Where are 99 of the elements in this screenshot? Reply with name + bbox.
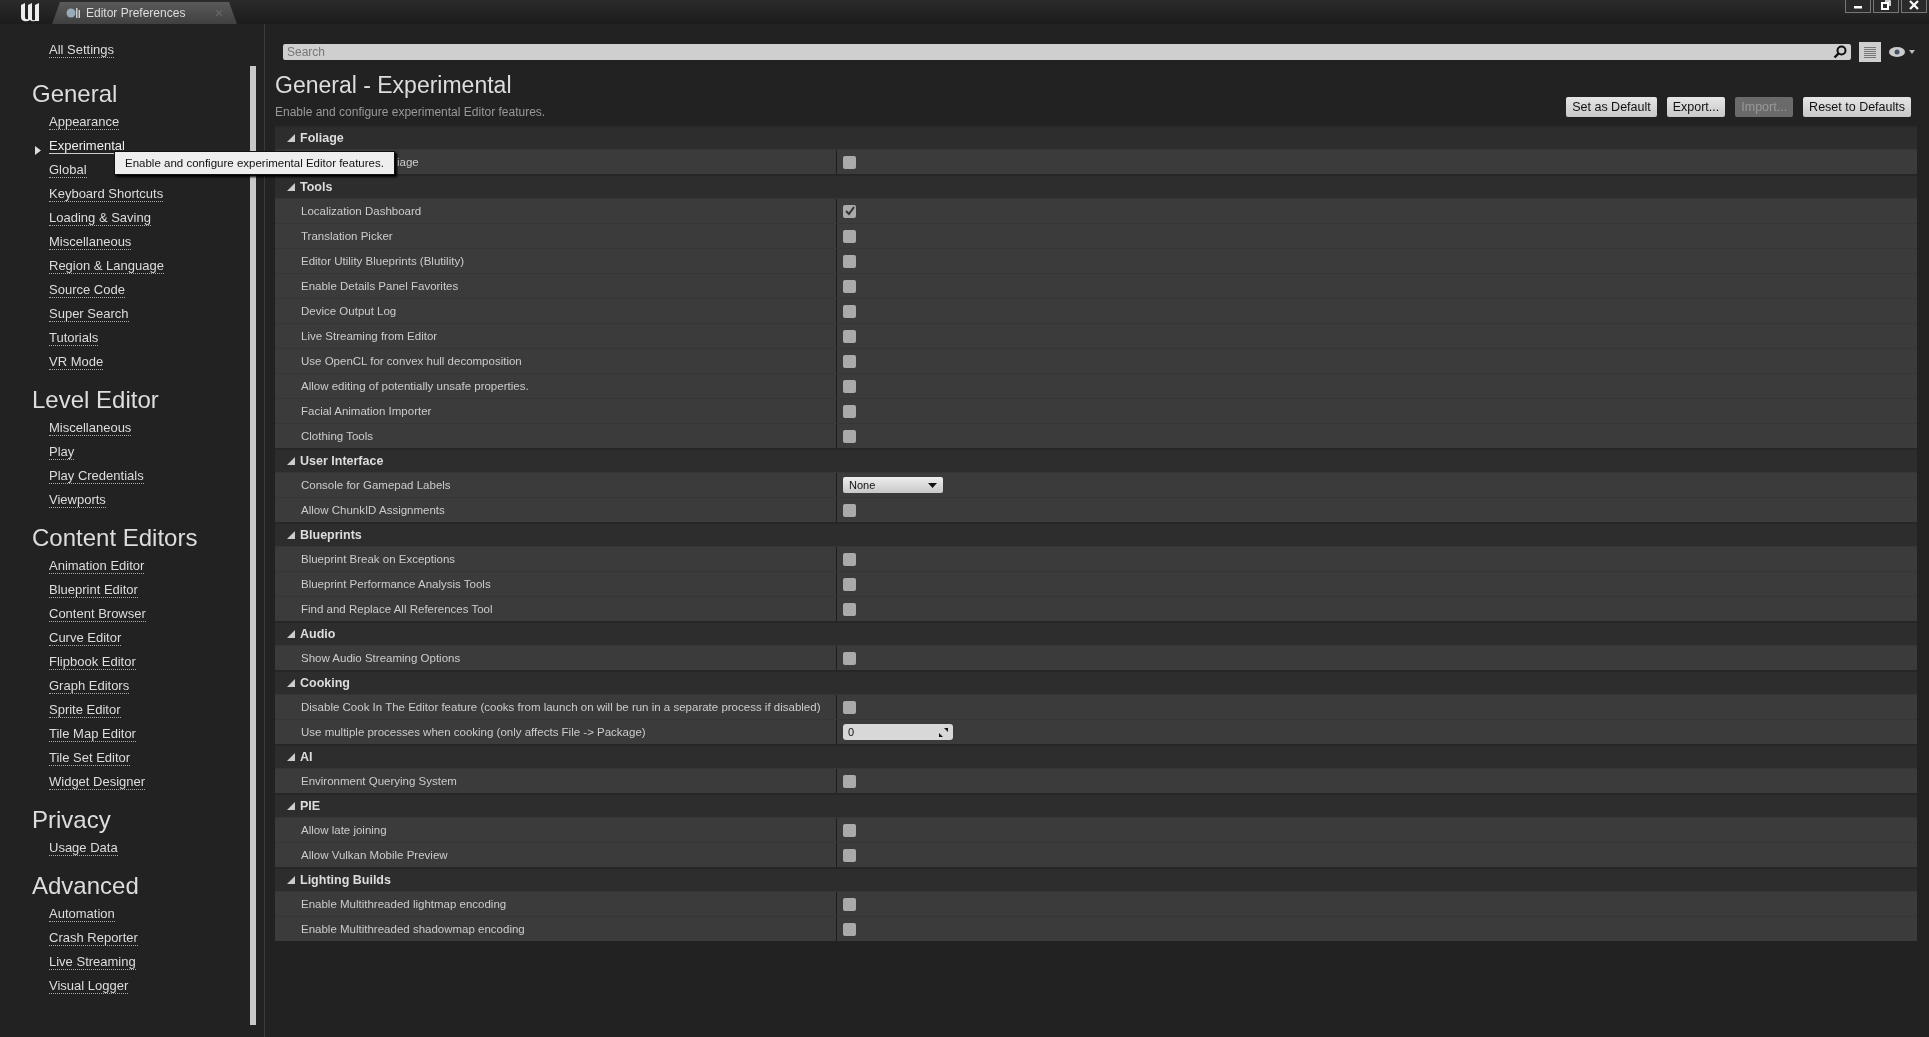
checkbox[interactable] [843, 354, 856, 368]
settings-link[interactable]: Global [49, 162, 87, 178]
section-header[interactable]: AI [275, 744, 1917, 768]
checkbox[interactable] [843, 503, 856, 517]
settings-link[interactable]: Keyboard Shortcuts [49, 186, 164, 202]
settings-link[interactable]: Loading & Saving [49, 210, 151, 226]
minimize-button[interactable] [1845, 0, 1871, 13]
checkbox[interactable] [843, 552, 856, 566]
toolbar-button[interactable]: Reset to Defaults [1803, 97, 1911, 117]
restore-icon [1880, 0, 1892, 10]
settings-link[interactable]: Animation Editor [49, 558, 145, 574]
section-header[interactable]: Lighting Builds [275, 867, 1917, 891]
settings-link[interactable]: Super Search [49, 306, 129, 322]
category-heading: General [32, 80, 119, 108]
settings-link[interactable]: Miscellaneous [49, 420, 132, 436]
expand-triangle-icon [287, 876, 295, 884]
number-field[interactable]: 0 [843, 724, 953, 740]
restore-button[interactable] [1873, 0, 1899, 13]
checkbox[interactable] [843, 897, 856, 911]
settings-link[interactable]: Widget Designer [49, 774, 146, 790]
section-header[interactable]: Cooking [275, 670, 1917, 694]
expand-triangle-icon [287, 753, 295, 761]
property-label: Enable Multithreaded shadowmap encoding [275, 917, 837, 941]
settings-link[interactable]: Curve Editor [49, 630, 122, 646]
checkbox[interactable] [843, 823, 856, 837]
expand-triangle-icon [287, 457, 295, 465]
settings-link[interactable]: Content Browser [49, 606, 146, 622]
caret-icon [928, 482, 937, 488]
checkbox[interactable] [843, 204, 856, 218]
search-field[interactable]: Search [283, 44, 1851, 60]
category-heading: Advanced [32, 872, 140, 900]
expand-triangle-icon [287, 802, 295, 810]
page-description: Enable and configure experimental Editor features. [275, 105, 546, 119]
settings-link[interactable]: Visual Logger [49, 978, 129, 994]
checkbox[interactable] [843, 848, 856, 862]
all-settings-link[interactable]: All Settings [49, 42, 115, 58]
settings-icon [66, 7, 80, 19]
settings-link[interactable]: VR Mode [49, 354, 104, 370]
dropdown[interactable]: None [843, 477, 943, 493]
section-header[interactable]: Tools [275, 174, 1917, 198]
section-header[interactable]: Blueprints [275, 522, 1917, 546]
expand-triangle-icon [287, 630, 295, 638]
settings-link[interactable]: Graph Editors [49, 678, 130, 694]
section-header[interactable]: User Interface [275, 448, 1917, 472]
tooltip: Enable and configure experimental Editor features. [114, 151, 395, 175]
close-icon [1908, 0, 1920, 10]
expand-triangle-icon [287, 183, 295, 191]
toolbar-button[interactable]: Set as Default [1566, 97, 1657, 117]
expand-triangle-icon [287, 134, 295, 142]
settings-link[interactable]: Blueprint Editor [49, 582, 138, 598]
checkbox[interactable] [843, 155, 856, 169]
search-icon [1833, 45, 1847, 59]
checkbox[interactable] [843, 254, 856, 268]
settings-link[interactable]: Play Credentials [49, 468, 144, 484]
expand-triangle-icon [287, 679, 295, 687]
table-view-button[interactable] [1859, 42, 1881, 62]
page-title: General - Experimental [275, 72, 513, 99]
section-header[interactable]: Audio [275, 621, 1917, 645]
section-header[interactable]: PIE [275, 793, 1917, 817]
section-header[interactable]: Foliage [275, 125, 1917, 149]
checkbox[interactable] [843, 651, 856, 665]
settings-link[interactable]: Crash Reporter [49, 930, 138, 946]
editor-tab[interactable]: Editor Preferences [52, 2, 237, 24]
checkbox[interactable] [843, 922, 856, 936]
checkbox[interactable] [843, 577, 856, 591]
settings-link[interactable]: Flipbook Editor [49, 654, 136, 670]
checkbox[interactable] [843, 774, 856, 788]
checkmark-icon [843, 205, 856, 217]
settings-link[interactable]: Region & Language [49, 258, 164, 274]
settings-link[interactable]: Tile Map Editor [49, 726, 136, 742]
checkbox[interactable] [843, 304, 856, 318]
settings-link[interactable]: Viewports [49, 492, 106, 508]
settings-link[interactable]: Miscellaneous [49, 234, 132, 250]
checkbox[interactable] [843, 429, 856, 443]
settings-link[interactable]: Source Code [49, 282, 125, 298]
settings-link[interactable]: Play [49, 444, 75, 460]
checkbox[interactable] [843, 404, 856, 418]
settings-link[interactable]: Usage Data [49, 840, 118, 856]
settings-link[interactable]: Live Streaming [49, 954, 136, 970]
checkbox[interactable] [843, 700, 856, 714]
settings-link[interactable]: Tile Set Editor [49, 750, 131, 766]
settings-link[interactable]: Appearance [49, 114, 120, 130]
toolbar-button[interactable]: Export... [1666, 97, 1726, 117]
checkbox[interactable] [843, 602, 856, 616]
category-heading: Content Editors [32, 524, 199, 552]
settings-link[interactable]: Automation [49, 906, 115, 922]
list-view-icon [1863, 45, 1877, 59]
checkbox[interactable] [843, 329, 856, 343]
expand-triangle-icon [287, 531, 295, 539]
checkbox[interactable] [843, 279, 856, 293]
settings-link[interactable]: Sprite Editor [49, 702, 121, 718]
checkbox[interactable] [843, 229, 856, 243]
resize-arrows-icon [939, 727, 948, 737]
category-heading: Level Editor [32, 386, 160, 414]
eye-dropdown-icon[interactable] [1889, 46, 1917, 58]
close-button[interactable] [1901, 0, 1927, 13]
settings-link[interactable]: Tutorials [49, 330, 99, 346]
checkbox[interactable] [843, 379, 856, 393]
category-heading: Privacy [32, 806, 112, 834]
